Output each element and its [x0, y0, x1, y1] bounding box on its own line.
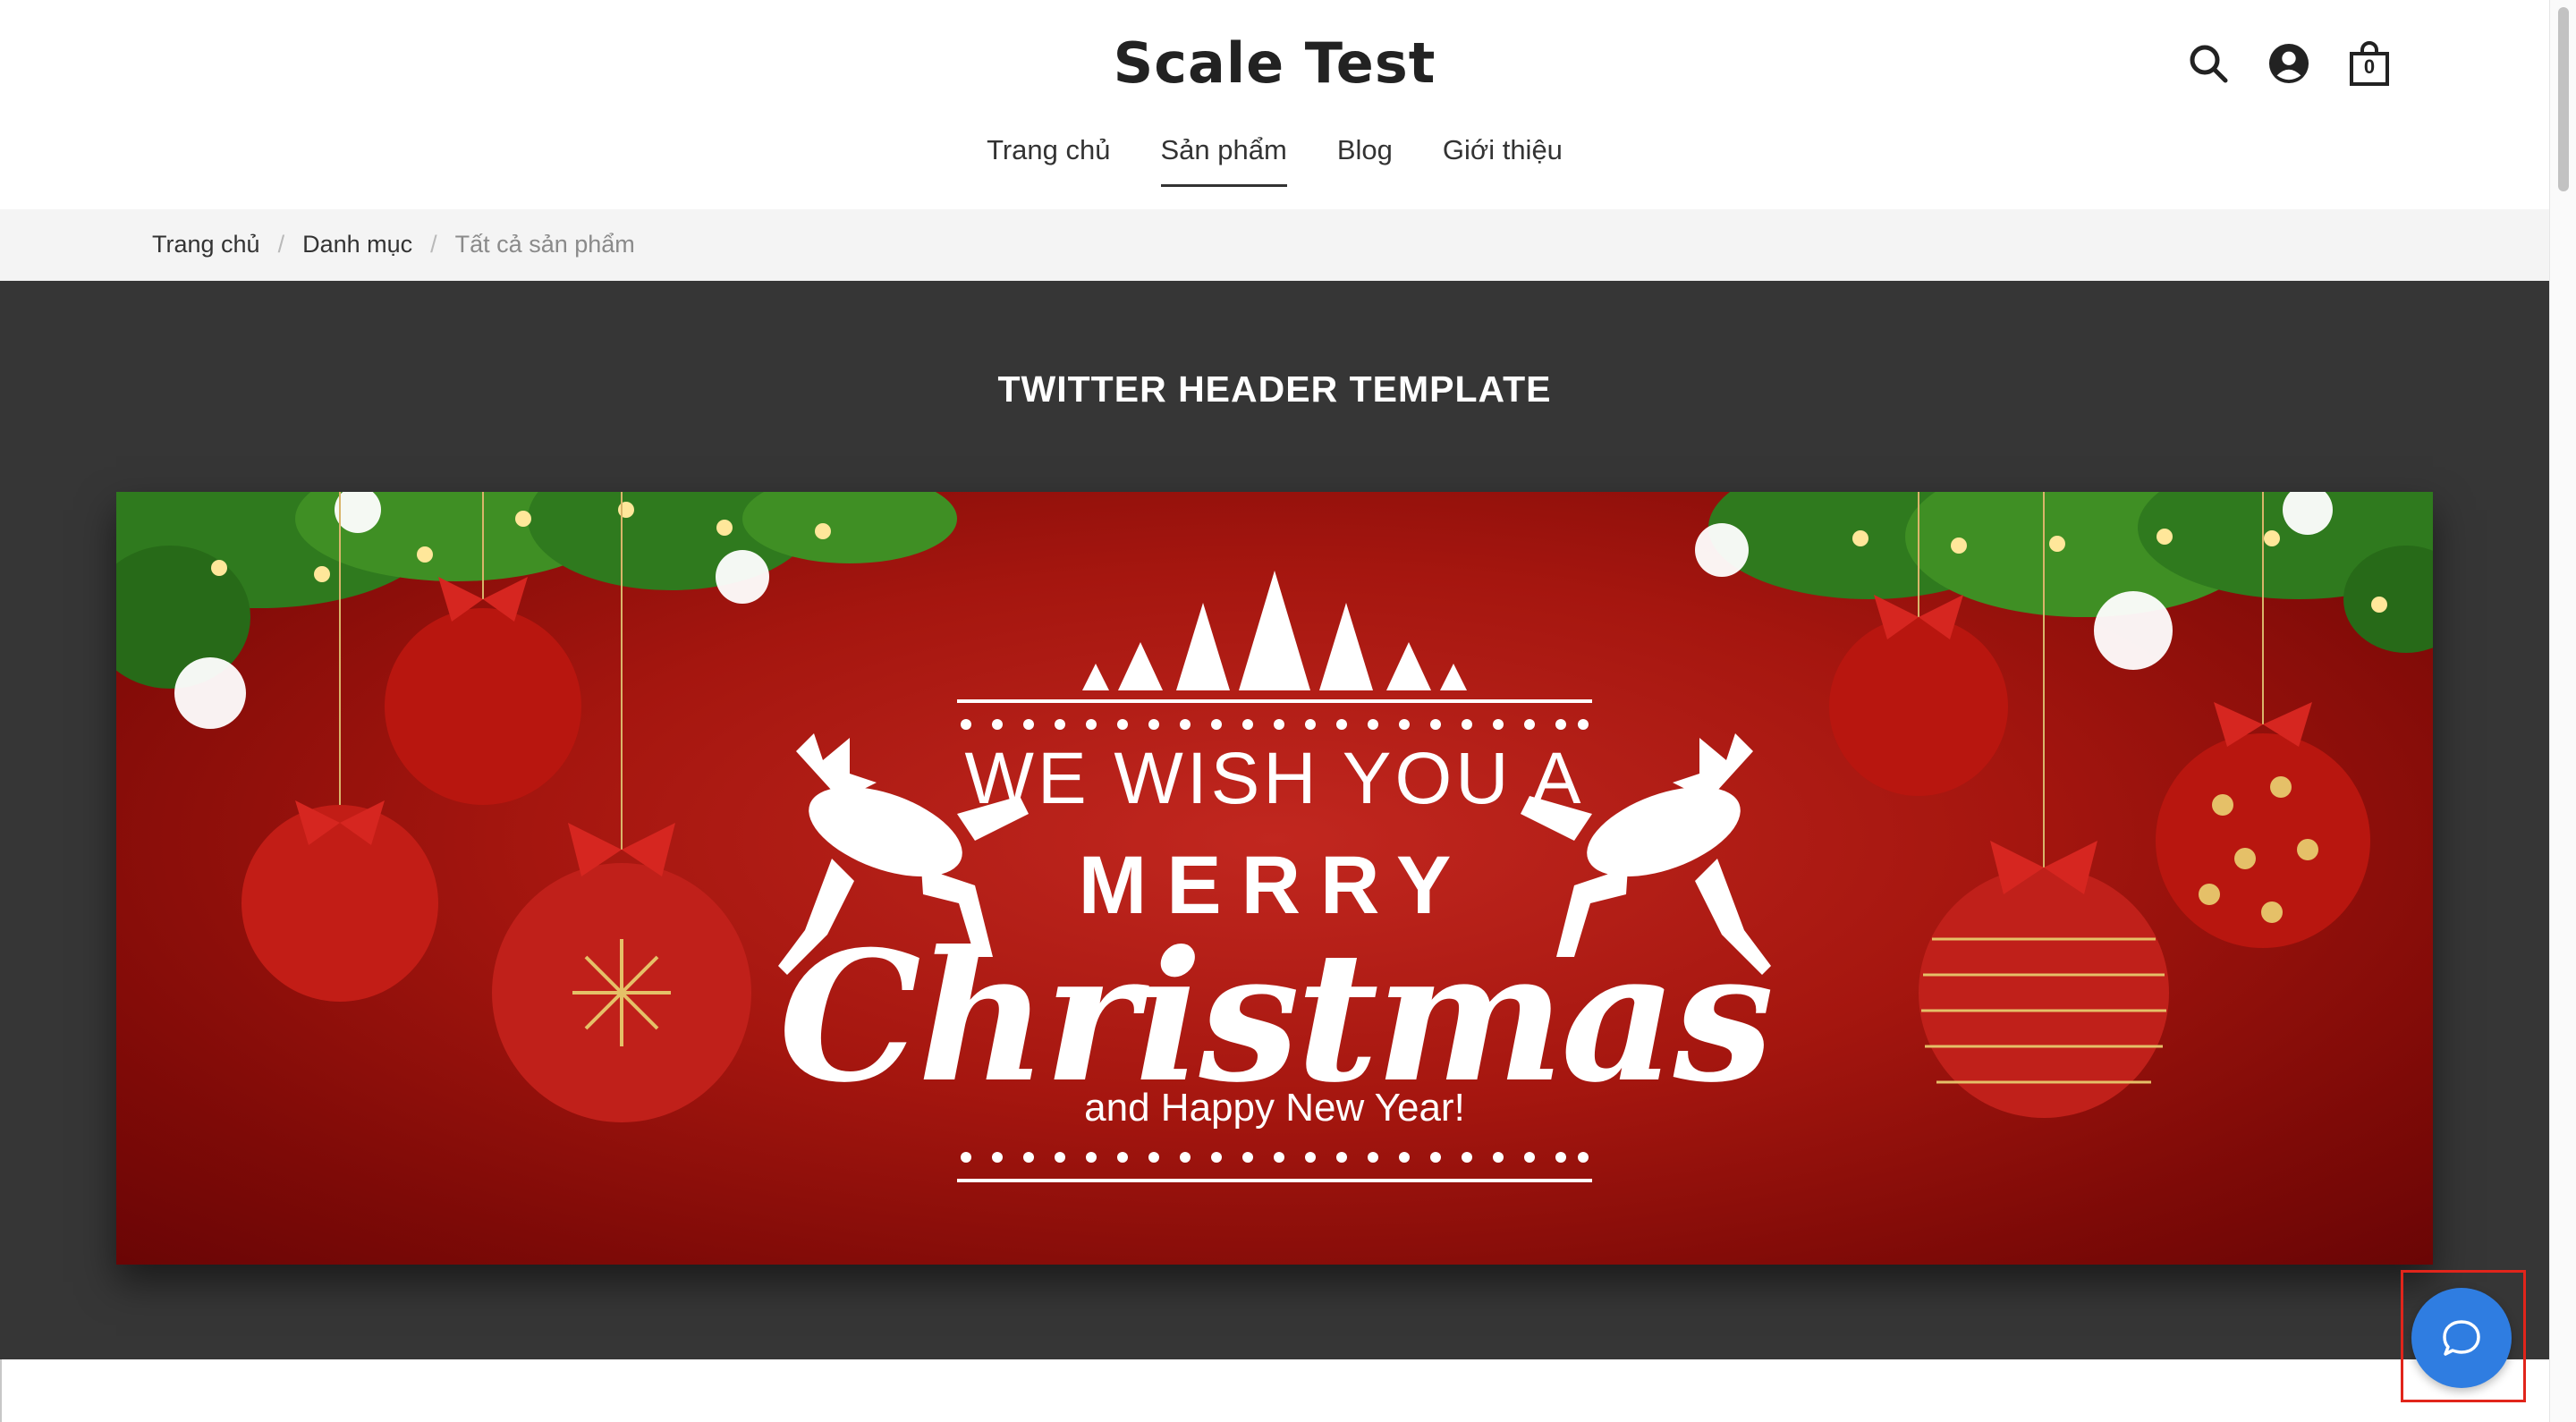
breadcrumb-current: Tất cả sản phẩm — [454, 231, 635, 258]
breadcrumb-bar: Trang chủ / Danh mục / Tất cả sản phẩm — [0, 209, 2549, 281]
nav-item-products[interactable]: Sản phẩm — [1160, 134, 1287, 187]
breadcrumb-home[interactable]: Trang chủ — [152, 231, 260, 258]
nav-item-about[interactable]: Giới thiệu — [1443, 134, 1563, 187]
breadcrumb-separator: / — [430, 231, 437, 258]
chat-icon — [2443, 1320, 2480, 1356]
nav-item-home[interactable]: Trang chủ — [987, 134, 1110, 187]
search-icon[interactable] — [2188, 39, 2229, 88]
nav-item-blog[interactable]: Blog — [1337, 134, 1393, 187]
breadcrumb-category[interactable]: Danh mục — [302, 231, 412, 258]
product-title: TWITTER HEADER TEMPLATE — [997, 368, 1552, 410]
dotted-rule-bottom — [961, 1152, 1589, 1163]
chat-button[interactable] — [2411, 1288, 2512, 1388]
site-logo[interactable]: Scale Test — [0, 30, 2549, 96]
cart-icon[interactable]: 0 — [2349, 39, 2390, 88]
tree-row — [1082, 571, 1467, 690]
banner-line-wish: WE WISH YOU A — [964, 738, 1585, 819]
cart-count: 0 — [2363, 55, 2376, 78]
banner-line-newyear: and Happy New Year! — [1084, 1086, 1465, 1130]
breadcrumb-separator: / — [277, 231, 285, 258]
account-icon[interactable] — [2268, 39, 2309, 88]
header-icons: 0 — [2188, 39, 2390, 88]
main-nav: Trang chủ Sản phẩm Blog Giới thiệu — [0, 134, 2549, 187]
breadcrumb: Trang chủ / Danh mục / Tất cả sản phẩm — [152, 231, 635, 258]
product-section: TWITTER HEADER TEMPLATE WE WISH YOU A ME… — [0, 281, 2549, 1359]
scrollbar-thumb[interactable] — [2558, 7, 2569, 191]
page-scrollbar[interactable] — [2549, 0, 2576, 1422]
site-header: Scale Test 0 Trang chủ Sản phẩm Blog Giớ… — [0, 0, 2549, 209]
product-banner-image[interactable]: WE WISH YOU A MERRY Christmas and Happy … — [116, 492, 2433, 1265]
dotted-rule-top — [961, 719, 1589, 730]
